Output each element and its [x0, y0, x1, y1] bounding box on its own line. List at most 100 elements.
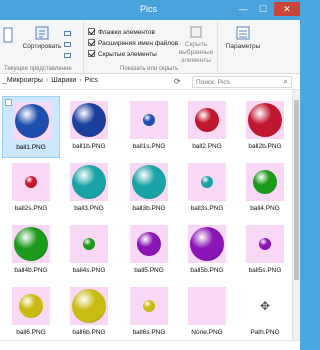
file-thumbnail: [70, 287, 108, 325]
item-checkbox[interactable]: [5, 99, 12, 106]
ball-icon: [72, 289, 106, 323]
file-item[interactable]: ball6b.PNG: [60, 282, 118, 344]
file-item[interactable]: ball1s.PNG: [120, 96, 178, 158]
file-name: ball1.PNG: [16, 144, 46, 151]
file-item[interactable]: ball5.PNG: [120, 220, 178, 282]
refresh-icon[interactable]: ⟳: [174, 77, 181, 86]
file-item[interactable]: ball5b.PNG: [178, 220, 236, 282]
file-thumbnail: [188, 163, 226, 201]
ball-icon: [248, 103, 282, 137]
file-extensions-toggle[interactable]: Расширения имен файлов: [88, 39, 178, 48]
ball-icon: [25, 176, 37, 188]
scrollbar-thumb[interactable]: [294, 100, 299, 280]
options-button[interactable]: Параметры: [222, 25, 264, 51]
ball-icon: [83, 238, 95, 250]
file-thumbnail: [13, 102, 51, 140]
checkbox[interactable]: [88, 50, 95, 57]
ball-icon: [201, 176, 213, 188]
file-name: ball3.PNG: [74, 205, 104, 212]
ball-icon: [15, 104, 49, 138]
file-thumbnail: [188, 287, 226, 325]
file-name: ball5b.PNG: [190, 267, 224, 274]
file-thumbnail: [70, 163, 108, 201]
file-item[interactable]: ball3b.PNG: [120, 158, 178, 220]
file-thumbnail: [12, 287, 50, 325]
file-name: ball4.PNG: [250, 205, 280, 212]
file-item[interactable]: ball3s.PNG: [178, 158, 236, 220]
group-caption-current-view: Текущее представление: [4, 66, 72, 72]
scrollbar[interactable]: [292, 90, 300, 340]
sort-button[interactable]: Сортировать: [20, 25, 64, 51]
minimize-button[interactable]: —: [234, 2, 252, 16]
title-bar: Pics — ☐ ✕: [0, 0, 300, 20]
checkbox[interactable]: [88, 28, 95, 35]
ball-icon: [143, 300, 155, 312]
ball-icon: [195, 108, 219, 132]
file-thumbnail: [12, 163, 50, 201]
file-item[interactable]: ball6s.PNG: [120, 282, 178, 344]
hidden-items-toggle[interactable]: Скрытые элементы: [88, 50, 157, 59]
sort-icon: [35, 26, 49, 40]
breadcrumb-item[interactable]: Pics: [85, 77, 98, 84]
file-name: ball2s.PNG: [14, 205, 48, 212]
maximize-button[interactable]: ☐: [254, 2, 272, 16]
options-label: Параметры: [225, 43, 261, 50]
file-item[interactable]: None.PNG: [178, 282, 236, 344]
file-thumbnail: [130, 225, 168, 263]
breadcrumb-item[interactable]: _Микроигры: [3, 77, 43, 84]
item-checkboxes-toggle[interactable]: Флажки элементов: [88, 28, 155, 37]
file-view: ball1.PNG ball1b.PNG ball1s.PNG ball2.PNG ba…: [0, 90, 300, 340]
file-item[interactable]: ball5s.PNG: [236, 220, 294, 282]
ball-icon: [19, 294, 43, 318]
search-box[interactable]: ⌕: [192, 76, 292, 88]
ribbon-group-current-view: Сортировать Текущее представление: [0, 21, 84, 73]
fit-columns-button[interactable]: [64, 51, 73, 60]
search-icon[interactable]: ⌕: [284, 77, 288, 87]
file-item[interactable]: ball1b.PNG: [60, 96, 118, 158]
add-columns-button[interactable]: [64, 40, 73, 49]
close-button[interactable]: ✕: [274, 2, 300, 16]
file-name: Path.PNG: [250, 329, 280, 336]
group-by-button[interactable]: [64, 29, 73, 38]
file-item[interactable]: ball4.PNG: [236, 158, 294, 220]
file-name: ball6.PNG: [16, 329, 46, 336]
group-caption-show-hide: Показать или скрыть: [120, 66, 179, 72]
item-checkboxes-label: Флажки элементов: [98, 29, 155, 36]
ball-icon: [259, 238, 271, 250]
file-item[interactable]: ball4s.PNG: [60, 220, 118, 282]
path-icon: ✥: [259, 299, 271, 313]
file-item[interactable]: ball2s.PNG: [2, 158, 60, 220]
ball-icon: [14, 227, 48, 261]
options-icon: [236, 26, 250, 40]
file-item[interactable]: ball2.PNG: [178, 96, 236, 158]
ball-icon: [190, 227, 224, 261]
file-thumbnail: [188, 225, 226, 263]
ball-icon: [137, 232, 161, 256]
file-thumbnail: [70, 101, 108, 139]
file-thumbnail: [246, 101, 284, 139]
file-item[interactable]: ball3.PNG: [60, 158, 118, 220]
file-item[interactable]: ball4b.PNG: [2, 220, 60, 282]
file-item[interactable]: ball1.PNG: [2, 96, 60, 158]
ribbon-left-button[interactable]: [2, 27, 14, 45]
file-name: ball3b.PNG: [132, 205, 166, 212]
ribbon: Сортировать Текущее представление Флажки…: [0, 20, 300, 74]
file-name: ball4s.PNG: [72, 267, 106, 274]
file-thumbnail: [130, 163, 168, 201]
file-item[interactable]: ball6.PNG: [2, 282, 60, 344]
checkbox[interactable]: [88, 39, 95, 46]
file-item[interactable]: ball2b.PNG: [236, 96, 294, 158]
file-name: ball6b.PNG: [72, 329, 106, 336]
search-input[interactable]: [193, 77, 277, 87]
file-item[interactable]: ✥ Path.PNG: [236, 282, 294, 344]
file-thumbnail: [130, 101, 168, 139]
address-bar[interactable]: _Микроигры›Шарики›Pics ⟳ ⌕: [0, 74, 300, 90]
breadcrumb-item[interactable]: Шарики: [51, 77, 76, 84]
hide-selected-button[interactable]: Скрыть выбранные элементы: [176, 25, 216, 65]
hide-selected-label: Скрыть выбранные элементы: [178, 41, 214, 64]
file-thumbnail: [246, 163, 284, 201]
file-thumbnail: [70, 225, 108, 263]
file-thumbnail: ✥: [246, 287, 284, 325]
view-icon: [3, 27, 13, 43]
file-thumbnail: [188, 101, 226, 139]
